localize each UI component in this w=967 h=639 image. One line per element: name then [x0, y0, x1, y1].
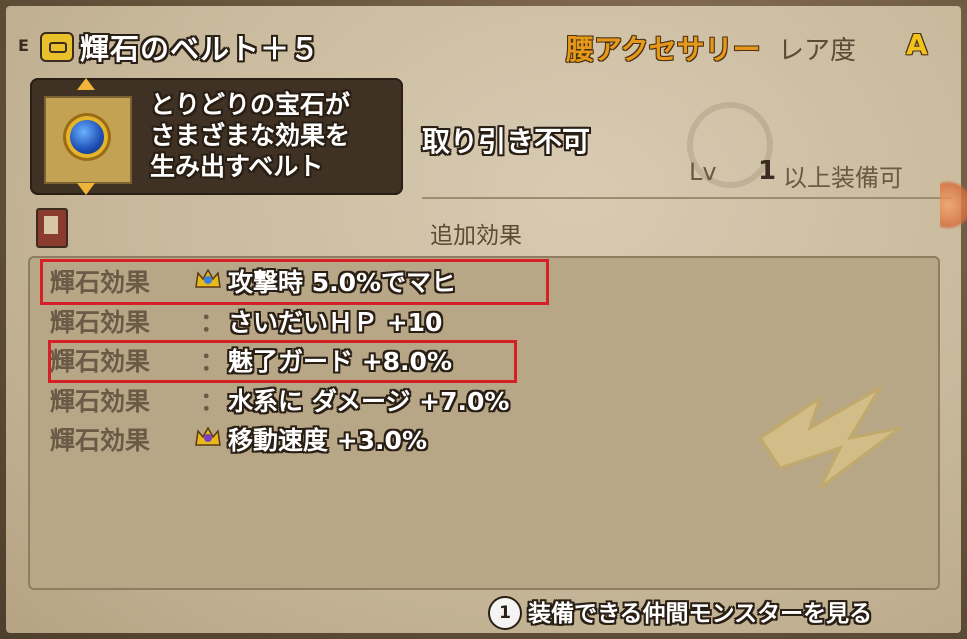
trade-status: 取り引き不可: [422, 125, 591, 158]
effect-label: 輝石効果: [50, 308, 151, 337]
description-line-2: さまざまな効果を: [150, 121, 351, 150]
crown-icon: [195, 268, 221, 288]
effect-value: 攻撃時 5.0%でマヒ: [228, 268, 457, 297]
level-value: 1: [758, 156, 777, 186]
effect-label: 輝石効果: [50, 426, 151, 455]
book-icon[interactable]: [36, 208, 68, 248]
side-decoration: [940, 175, 967, 235]
belt-icon: [40, 32, 74, 62]
item-image: [44, 96, 132, 184]
background-seal-icon: [687, 102, 773, 188]
effect-separator: ：: [200, 387, 226, 416]
effect-value: 魅了ガード +8.0%: [228, 347, 452, 376]
item-category: 腰アクセサリー: [566, 33, 761, 66]
item-detail-window: E 輝石のベルト＋５ 腰アクセサリー レア度 A とりどりの宝石が さまざまな効…: [0, 0, 967, 639]
effect-separator: ：: [200, 347, 226, 376]
effect-label: 輝石効果: [50, 387, 151, 416]
equipped-mark: E: [18, 36, 29, 55]
level-label: Lv: [689, 158, 717, 186]
description-line-3: 生み出すベルト: [150, 152, 324, 181]
effect-label: 輝石効果: [50, 347, 151, 376]
scroll-up-arrow-icon[interactable]: [77, 78, 95, 90]
description-line-1: とりどりの宝石が: [150, 90, 351, 119]
effect-label: 輝石効果: [50, 268, 151, 297]
button-1-icon[interactable]: 1: [488, 596, 522, 630]
rarity-value: A: [906, 28, 928, 61]
divider: [422, 197, 952, 199]
gem-icon: [70, 120, 104, 154]
scroll-down-arrow-icon[interactable]: [77, 183, 95, 195]
level-suffix: 以上装備可: [783, 164, 903, 192]
rarity-label: レア度: [778, 36, 857, 66]
effect-value: 水系に ダメージ +7.0%: [228, 387, 510, 416]
item-name: 輝石のベルト＋５: [80, 32, 321, 66]
crown-icon: [195, 426, 221, 446]
effects-title: 追加効果: [430, 223, 522, 249]
effect-value: 移動速度 +3.0%: [228, 426, 427, 455]
view-monsters-button[interactable]: 装備できる仲間モンスターを見る: [528, 594, 872, 628]
effect-value: さいだいＨＰ +10: [228, 308, 443, 337]
lightning-emblem-icon: [757, 383, 901, 490]
effect-separator: ：: [200, 308, 226, 337]
